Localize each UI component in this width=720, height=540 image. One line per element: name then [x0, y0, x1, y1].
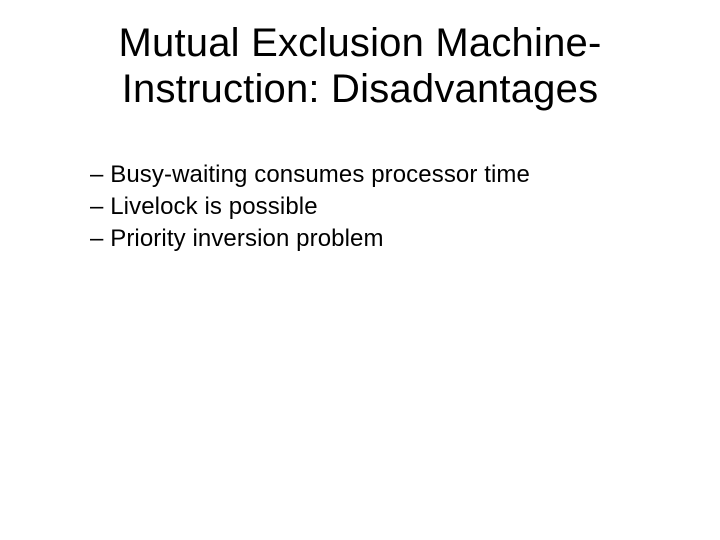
slide-title-line1: Mutual Exclusion Machine-: [119, 21, 602, 65]
slide-title-line2: Instruction: Disadvantages: [122, 67, 599, 111]
list-item: – Busy-waiting consumes processor time: [90, 160, 720, 190]
list-item: – Livelock is possible: [90, 192, 720, 222]
bullet-list: – Busy-waiting consumes processor time –…: [0, 160, 720, 254]
list-item: – Priority inversion problem: [90, 224, 720, 254]
slide: Mutual Exclusion Machine- Instruction: D…: [0, 0, 720, 540]
slide-title: Mutual Exclusion Machine- Instruction: D…: [0, 20, 720, 112]
